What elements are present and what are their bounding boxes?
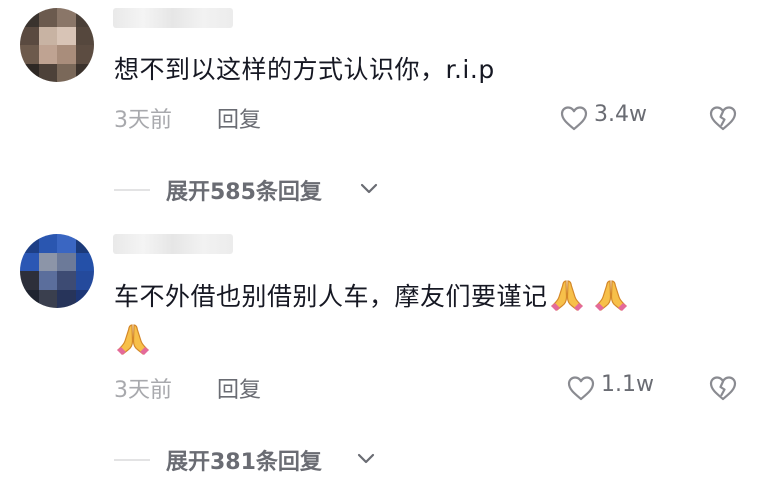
- like-count: 3.4w: [594, 102, 647, 127]
- comment-actions: 3天前 回复 1.1w: [0, 370, 765, 406]
- divider: [114, 189, 150, 191]
- avatar[interactable]: [20, 8, 94, 82]
- reply-button[interactable]: 回复: [217, 372, 261, 404]
- comment-text: 想不到以这样的方式认识你，r.i.p: [114, 55, 495, 84]
- comment-time: 3天前: [114, 108, 172, 133]
- heart-outline-icon[interactable]: [559, 104, 589, 132]
- expand-replies[interactable]: 展开381条回复: [0, 442, 765, 476]
- heart-outline-icon[interactable]: [566, 374, 596, 402]
- username-blurred[interactable]: [113, 8, 233, 28]
- chevron-down-icon[interactable]: [355, 448, 377, 470]
- folded-hands-emoji: [117, 324, 149, 355]
- broken-heart-icon[interactable]: [708, 374, 738, 402]
- username-blurred[interactable]: [113, 234, 233, 254]
- broken-heart-icon[interactable]: [708, 104, 738, 132]
- expand-replies-label[interactable]: 展开585条回复: [166, 174, 322, 206]
- comment-time: 3天前: [114, 378, 172, 403]
- chevron-down-icon[interactable]: [358, 178, 380, 200]
- comment-text: 车不外借也别借别人车，摩友们要谨记: [114, 275, 734, 363]
- comment-actions: 3天前 回复 3.4w: [0, 100, 765, 136]
- expand-replies[interactable]: 展开585条回复: [0, 172, 765, 206]
- avatar[interactable]: [20, 234, 94, 308]
- reply-button[interactable]: 回复: [217, 102, 261, 134]
- folded-hands-emoji: [594, 280, 627, 311]
- expand-replies-label[interactable]: 展开381条回复: [166, 444, 322, 476]
- comment-item: 想不到以这样的方式认识你，r.i.p 3天前 回复 3.4w 展开585条回复: [0, 0, 765, 220]
- folded-hands-emoji: [550, 280, 583, 311]
- divider: [114, 459, 150, 461]
- comment-item: 车不外借也别借别人车，摩友们要谨记 3天前 回复 1.1w 展开381条回复: [0, 220, 765, 487]
- comment-text-line: 车不外借也别借别人车，摩友们要谨记: [114, 282, 548, 311]
- like-count: 1.1w: [601, 372, 654, 397]
